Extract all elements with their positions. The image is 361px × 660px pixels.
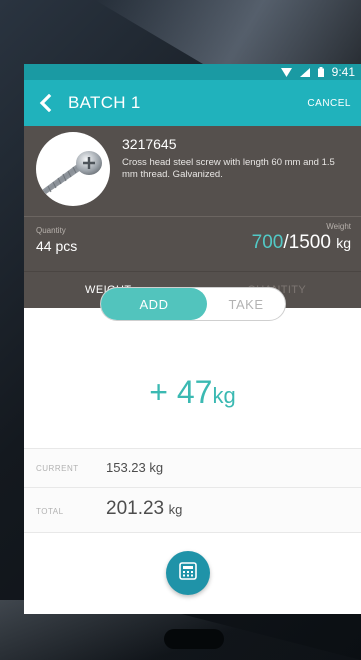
status-time: 9:41 [331,65,355,79]
current-value: 153.23 kg [106,460,164,475]
weight-value: 700/1500 kg [252,232,351,254]
page-title: BATCH 1 [68,93,141,112]
total-label: TOTAL [36,507,64,516]
delta-unit: kg [212,383,236,408]
quantity-value: 44 pcs [36,238,78,254]
total-unit: kg [168,502,183,517]
signal-icon [299,67,310,77]
weight-total: 1500 [288,232,331,253]
divider [24,216,361,217]
current-label: CURRENT [36,464,79,473]
product-code: 3217645 [122,136,177,152]
product-card: 3217645 Cross head steel screw with leng… [24,126,361,271]
total-value: 201.23 kg [106,498,182,520]
cancel-button[interactable]: CANCEL [307,98,351,109]
battery-icon [317,67,324,77]
wifi-icon [280,67,292,77]
weight-label: Weight [326,222,351,231]
home-button[interactable] [164,629,224,649]
app-bar: BATCH 1 CANCEL [24,80,361,126]
add-take-toggle: ADD TAKE [100,287,286,321]
add-toggle-button[interactable]: ADD [101,288,207,320]
calculator-button[interactable] [166,551,210,595]
product-description: Cross head steel screw with length 60 mm… [122,157,335,180]
calculator-icon [179,561,197,585]
quantity-label: Quantity [36,226,66,235]
take-toggle-button[interactable]: TAKE [207,288,285,320]
status-bar: 9:41 [24,64,361,80]
phone-screen: 9:41 BATCH 1 CANCEL 3217645 Cross head s… [24,64,361,614]
weight-delta: + 47kg [24,374,361,411]
chevron-left-icon[interactable] [38,93,58,113]
delta-value: + 47 [149,374,213,410]
total-row: TOTAL 201.23 kg [24,487,361,533]
total-number: 201.23 [106,498,165,519]
weight-unit: kg [336,235,351,251]
weight-current: 700 [251,232,284,253]
product-image [36,132,110,206]
current-row: CURRENT 153.23 kg [24,448,361,487]
